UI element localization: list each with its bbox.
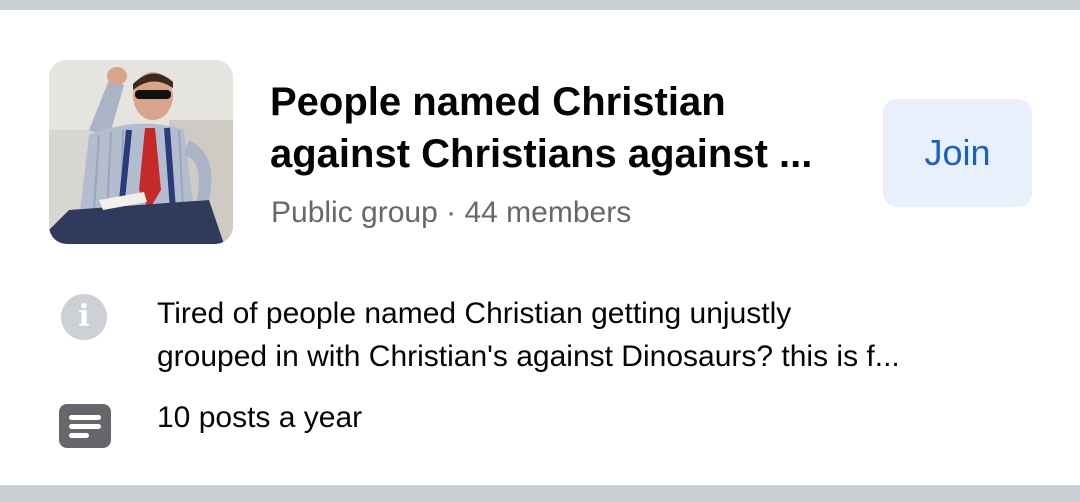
group-thumbnail[interactable] (49, 60, 233, 244)
info-icon: i (61, 294, 107, 340)
post-activity: 10 posts a year (157, 401, 363, 434)
posts-icon (59, 404, 111, 453)
group-title-line-2[interactable]: against Christians against ... (270, 128, 870, 180)
top-divider (0, 0, 1080, 10)
group-title-line-1[interactable]: People named Christian (270, 76, 870, 128)
meta-separator: · (446, 196, 457, 229)
join-button[interactable]: Join (883, 99, 1032, 207)
bottom-divider (0, 485, 1080, 502)
group-meta: Public group · 44 members (271, 193, 631, 233)
group-title[interactable]: People named Christian against Christian… (270, 76, 870, 180)
group-description[interactable]: Tired of people named Christian getting … (157, 292, 1037, 378)
member-count: 44 members (464, 196, 632, 229)
description-line-1: Tired of people named Christian getting … (157, 297, 792, 330)
group-privacy: Public group (271, 196, 438, 229)
description-line-2: grouped in with Christian's against Dino… (157, 340, 900, 373)
group-card[interactable]: People named Christian against Christian… (0, 10, 1080, 485)
